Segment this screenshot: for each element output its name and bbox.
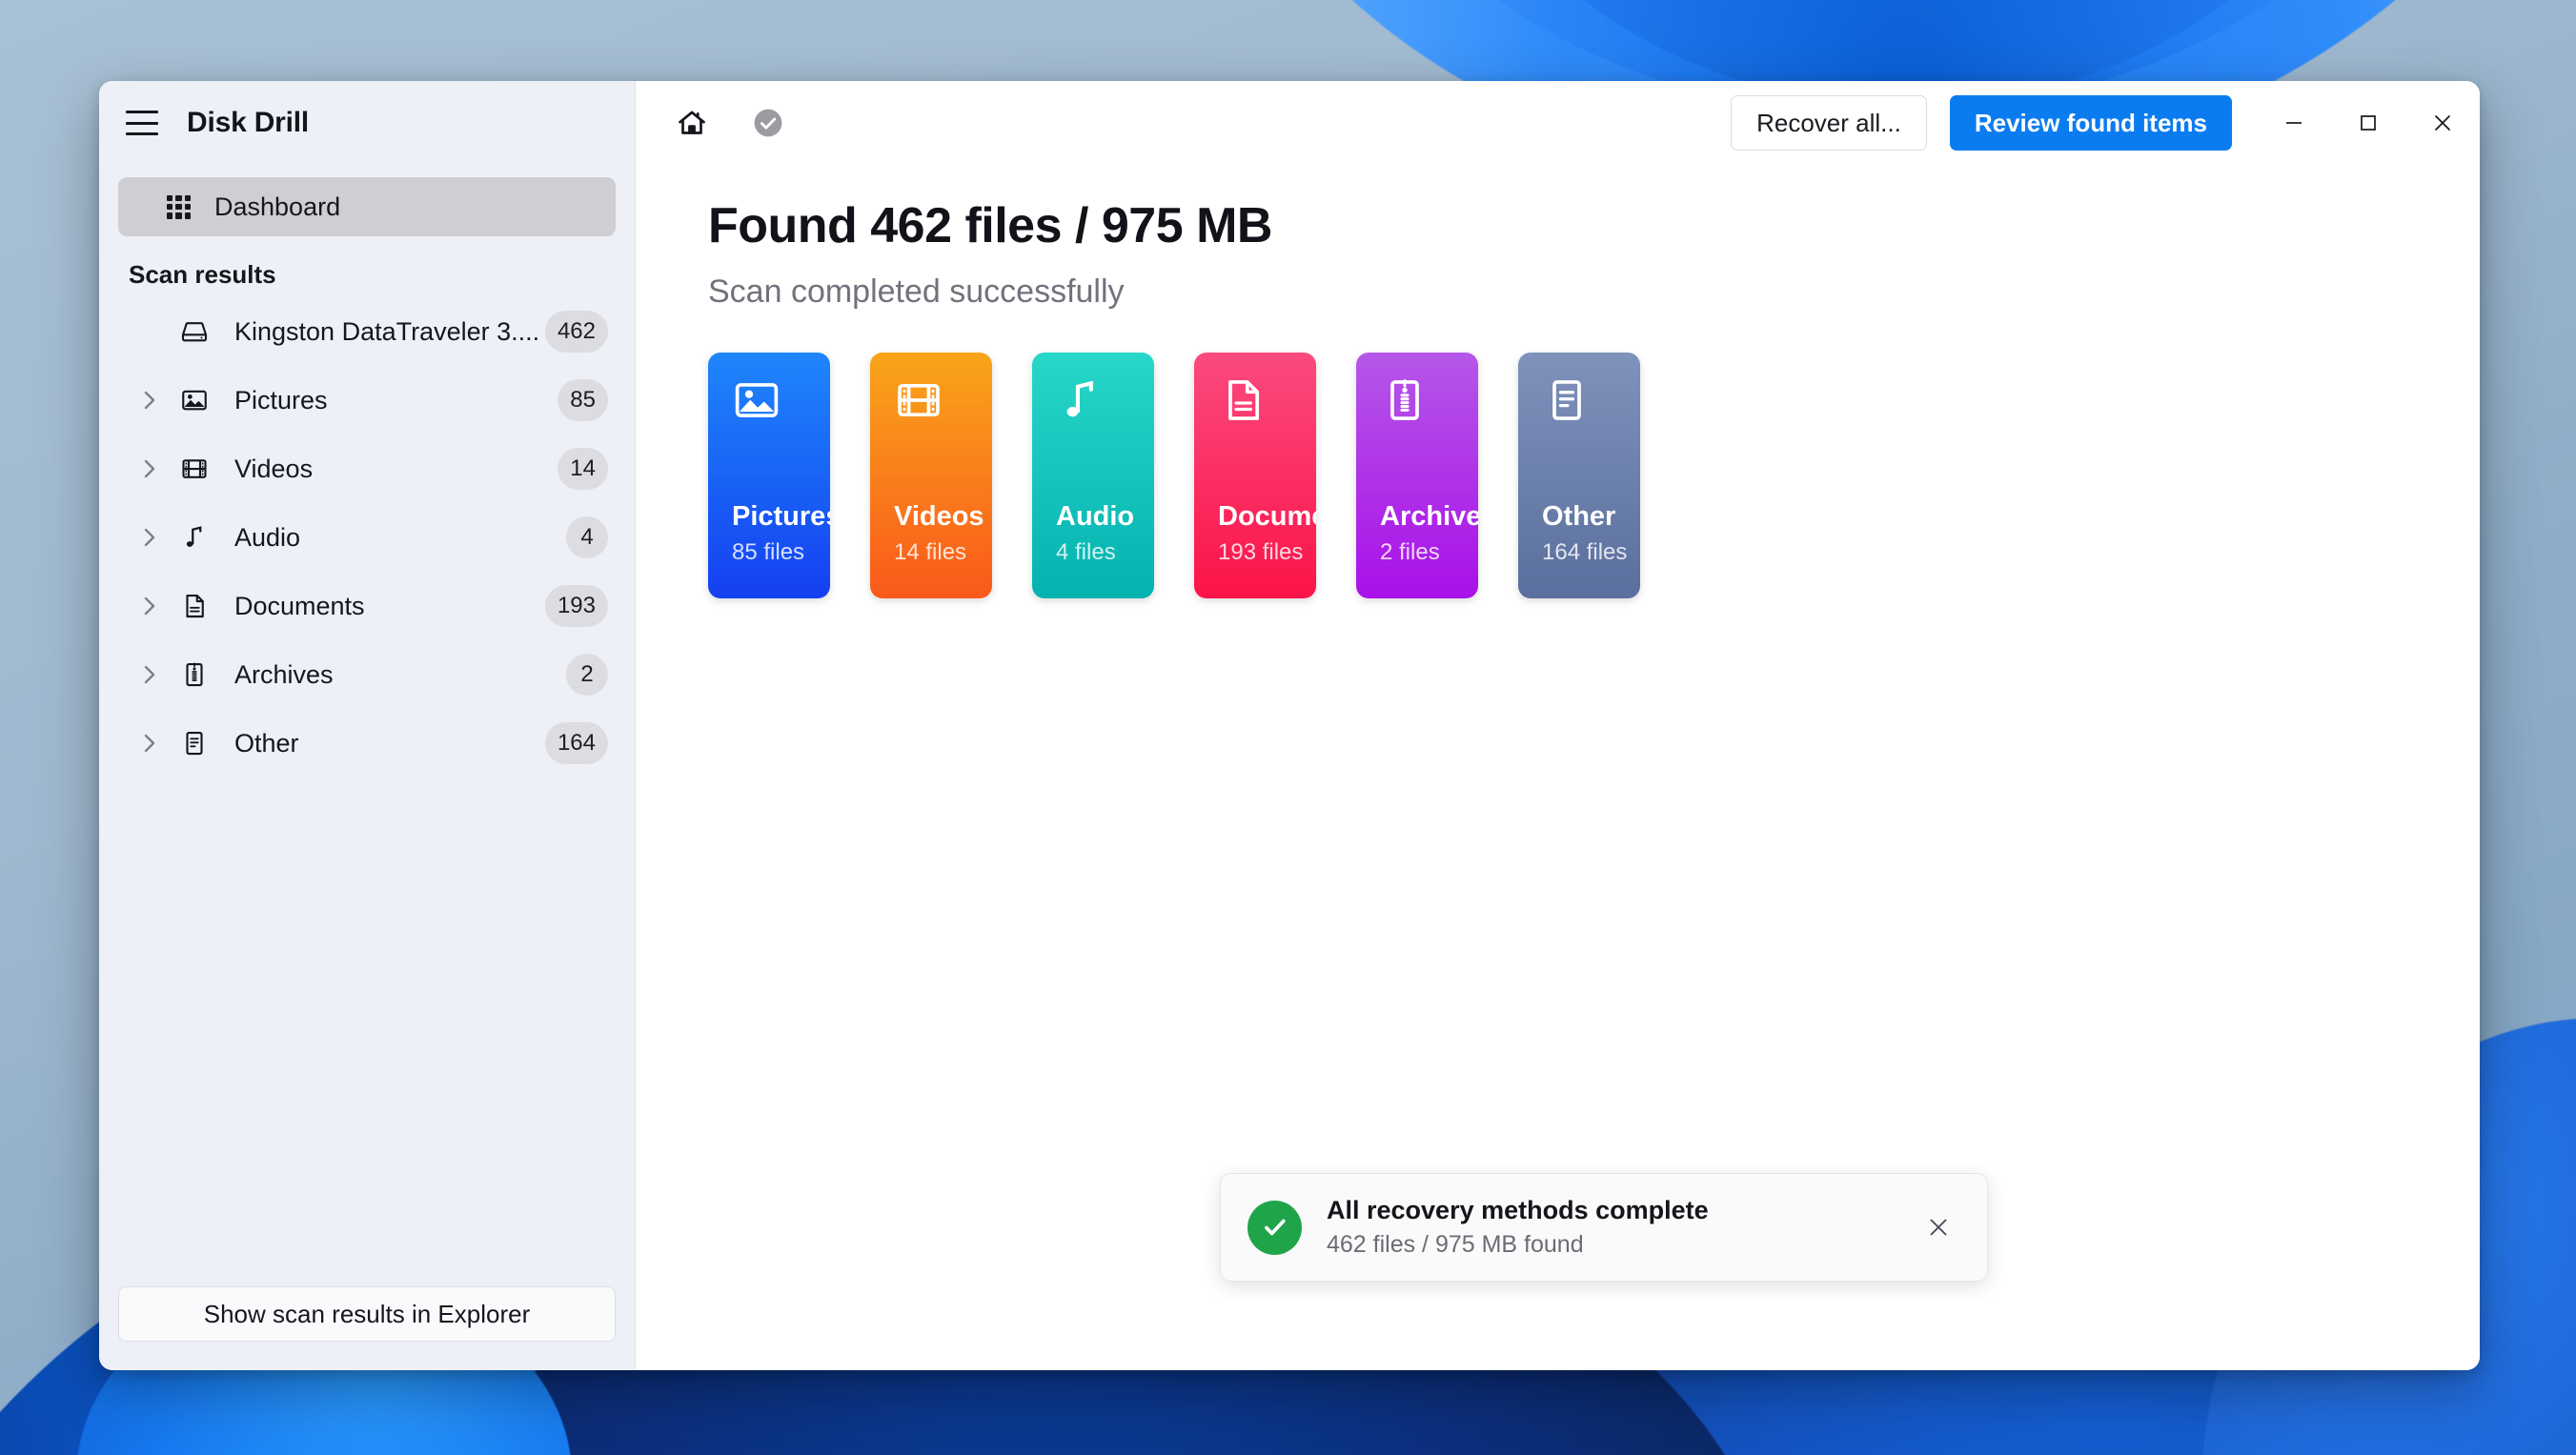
card-count: 85 files <box>732 539 830 566</box>
hard-drive-icon <box>175 316 213 347</box>
sidebar-item-label: Videos <box>234 455 558 484</box>
check-circle-icon[interactable] <box>740 95 796 151</box>
sidebar-item-documents[interactable]: Documents 193 <box>99 572 635 640</box>
sidebar-item-dashboard[interactable]: Dashboard <box>118 177 616 236</box>
card-count: 14 files <box>894 539 984 566</box>
card-count: 164 files <box>1542 539 1627 566</box>
card-text: Pictures 85 files <box>732 501 830 566</box>
sidebar-item-label: Dashboard <box>214 192 340 222</box>
chevron-right-icon[interactable] <box>128 388 172 413</box>
sidebar-item-label: Documents <box>234 592 545 621</box>
chevron-right-icon[interactable] <box>128 456 172 481</box>
close-button[interactable] <box>2405 81 2480 165</box>
card-text: Audio 4 files <box>1056 501 1134 566</box>
sidebar-section-title: Scan results <box>99 236 635 290</box>
show-scan-results-in-explorer-button[interactable]: Show scan results in Explorer <box>118 1286 616 1342</box>
film-icon <box>894 375 943 425</box>
sidebar-item-archives[interactable]: Archives 2 <box>99 640 635 709</box>
toast-text: All recovery methods complete 462 files … <box>1327 1196 1915 1259</box>
chevron-right-icon[interactable] <box>128 525 172 550</box>
card-title: Pictures <box>732 501 830 533</box>
category-card-audio[interactable]: Audio 4 files <box>1032 353 1154 598</box>
sidebar-footer: Show scan results in Explorer <box>99 1286 635 1370</box>
toast-notification: All recovery methods complete 462 files … <box>1220 1173 1988 1282</box>
sidebar-item-device[interactable]: Kingston DataTraveler 3.... 462 <box>99 297 635 366</box>
card-title: Documents <box>1218 501 1316 533</box>
item-count-badge: 4 <box>566 516 608 558</box>
scan-results-list: Kingston DataTraveler 3.... 462 Pictures… <box>99 290 635 778</box>
window-controls <box>2257 81 2480 165</box>
sidebar-item-label: Other <box>234 729 545 758</box>
archive-zip-icon <box>175 660 213 689</box>
main-content: Recover all... Review found items Found … <box>636 81 2480 1370</box>
sidebar-spacer <box>99 778 635 1286</box>
toast-close-icon[interactable] <box>1915 1203 1962 1251</box>
card-title: Other <box>1542 501 1627 533</box>
category-card-archives[interactable]: Archives 2 files <box>1356 353 1478 598</box>
maximize-button[interactable] <box>2331 81 2405 165</box>
sidebar-item-pictures[interactable]: Pictures 85 <box>99 366 635 434</box>
sidebar-item-label: Audio <box>234 523 566 553</box>
item-count-badge: 85 <box>558 379 608 421</box>
item-count-badge: 193 <box>545 585 608 627</box>
document-icon <box>175 592 213 620</box>
chevron-right-icon[interactable] <box>128 594 172 618</box>
sidebar-header: Disk Drill <box>99 81 635 165</box>
top-toolbar: Recover all... Review found items <box>636 81 2480 165</box>
chevron-right-icon[interactable] <box>128 662 172 687</box>
disk-drill-window: Disk Drill Dashboard Scan results <box>99 81 2480 1370</box>
card-count: 4 files <box>1056 539 1134 566</box>
hamburger-menu-icon[interactable] <box>126 111 158 135</box>
category-card-other[interactable]: Other 164 files <box>1518 353 1640 598</box>
success-check-icon <box>1247 1201 1302 1255</box>
card-count: 2 files <box>1380 539 1478 566</box>
sidebar-item-other[interactable]: Other 164 <box>99 709 635 778</box>
document-icon <box>1218 375 1268 425</box>
page-title: Found 462 files / 975 MB <box>708 197 2480 254</box>
card-text: Documents 193 files <box>1218 501 1316 566</box>
film-icon <box>175 455 213 483</box>
music-note-icon <box>175 523 213 552</box>
card-title: Audio <box>1056 501 1134 533</box>
sidebar: Disk Drill Dashboard Scan results <box>99 81 636 1370</box>
item-count-badge: 14 <box>558 448 608 490</box>
page-subtitle: Scan completed successfully <box>708 273 2480 311</box>
card-title: Videos <box>894 501 984 533</box>
app-title: Disk Drill <box>187 107 309 139</box>
sidebar-item-label: Archives <box>234 660 566 690</box>
sidebar-item-audio[interactable]: Audio 4 <box>99 503 635 572</box>
picture-icon <box>175 386 213 414</box>
music-note-icon <box>1056 375 1105 425</box>
category-card-documents[interactable]: Documents 193 files <box>1194 353 1316 598</box>
other-file-icon <box>1542 375 1592 425</box>
sidebar-item-videos[interactable]: Videos 14 <box>99 434 635 503</box>
dashboard-content: Found 462 files / 975 MB Scan completed … <box>636 165 2480 598</box>
card-text: Other 164 files <box>1542 501 1627 566</box>
recover-all-button[interactable]: Recover all... <box>1731 95 1927 151</box>
chevron-right-icon[interactable] <box>128 731 172 756</box>
toast-subtitle: 462 files / 975 MB found <box>1327 1231 1915 1259</box>
sidebar-item-label: Kingston DataTraveler 3.... <box>234 317 545 347</box>
sidebar-item-label: Pictures <box>234 386 558 415</box>
card-title: Archives <box>1380 501 1478 533</box>
card-text: Archives 2 files <box>1380 501 1478 566</box>
item-count-badge: 164 <box>545 722 608 764</box>
grid-icon <box>167 195 191 219</box>
item-count-badge: 462 <box>545 311 608 353</box>
card-text: Videos 14 files <box>894 501 984 566</box>
review-found-items-button[interactable]: Review found items <box>1950 95 2232 151</box>
card-count: 193 files <box>1218 539 1316 566</box>
picture-icon <box>732 375 781 425</box>
archive-zip-icon <box>1380 375 1430 425</box>
toast-title: All recovery methods complete <box>1327 1196 1915 1225</box>
home-icon[interactable] <box>664 95 720 151</box>
category-card-videos[interactable]: Videos 14 files <box>870 353 992 598</box>
category-cards: Pictures 85 files Videos 14 fi <box>708 353 2480 598</box>
other-file-icon <box>175 729 213 758</box>
minimize-button[interactable] <box>2257 81 2331 165</box>
category-card-pictures[interactable]: Pictures 85 files <box>708 353 830 598</box>
item-count-badge: 2 <box>566 654 608 696</box>
